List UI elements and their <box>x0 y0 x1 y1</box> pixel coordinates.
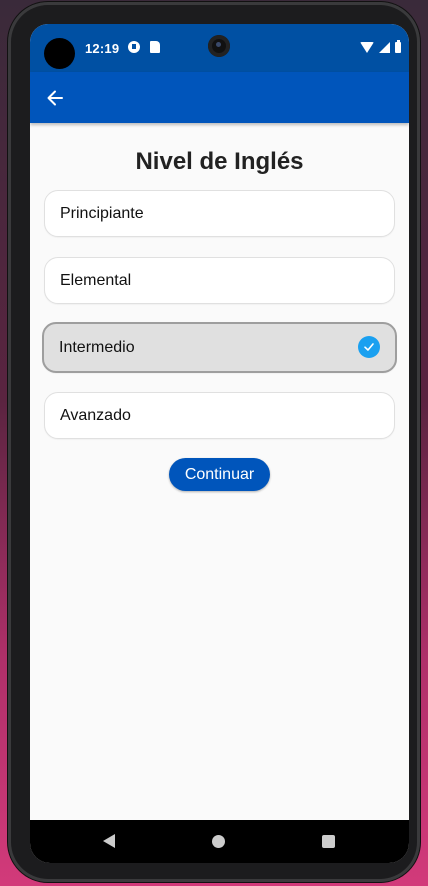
phone-frame: 12:19 Nivel de Inglés Principiante Eleme… <box>8 2 420 882</box>
page-title: Nivel de Inglés <box>135 148 304 175</box>
option-elemental[interactable]: Elemental <box>44 257 395 304</box>
screen: 12:19 Nivel de Inglés Principiante Eleme… <box>30 24 409 863</box>
status-bar: 12:19 <box>30 24 409 72</box>
option-principiante[interactable]: Principiante <box>44 190 395 237</box>
nav-back-icon[interactable] <box>103 834 115 848</box>
wifi-icon <box>360 42 374 53</box>
sd-card-icon <box>150 41 160 53</box>
nav-home-icon[interactable] <box>212 835 225 848</box>
status-time: 12:19 <box>85 41 120 56</box>
back-button[interactable] <box>38 81 72 115</box>
nav-recents-icon[interactable] <box>322 835 335 848</box>
status-icons <box>360 40 401 53</box>
check-circle-icon <box>358 336 380 358</box>
continue-button[interactable]: Continuar <box>169 458 270 491</box>
option-avanzado[interactable]: Avanzado <box>44 392 395 439</box>
camera-lens <box>208 35 230 57</box>
notification-icon <box>128 41 140 53</box>
front-camera-cutout <box>44 38 75 69</box>
arrow-left-icon <box>47 90 63 106</box>
option-intermedio[interactable]: Intermedio <box>42 322 397 373</box>
signal-icon <box>379 42 390 53</box>
option-label: Principiante <box>60 204 144 222</box>
system-nav-bar <box>30 820 409 863</box>
option-label: Intermedio <box>59 338 135 356</box>
option-label: Avanzado <box>60 406 131 424</box>
battery-icon <box>395 40 401 53</box>
option-label: Elemental <box>60 271 132 289</box>
level-options: Principiante Elemental Intermedio Avanza… <box>42 190 397 459</box>
app-bar <box>30 72 409 123</box>
